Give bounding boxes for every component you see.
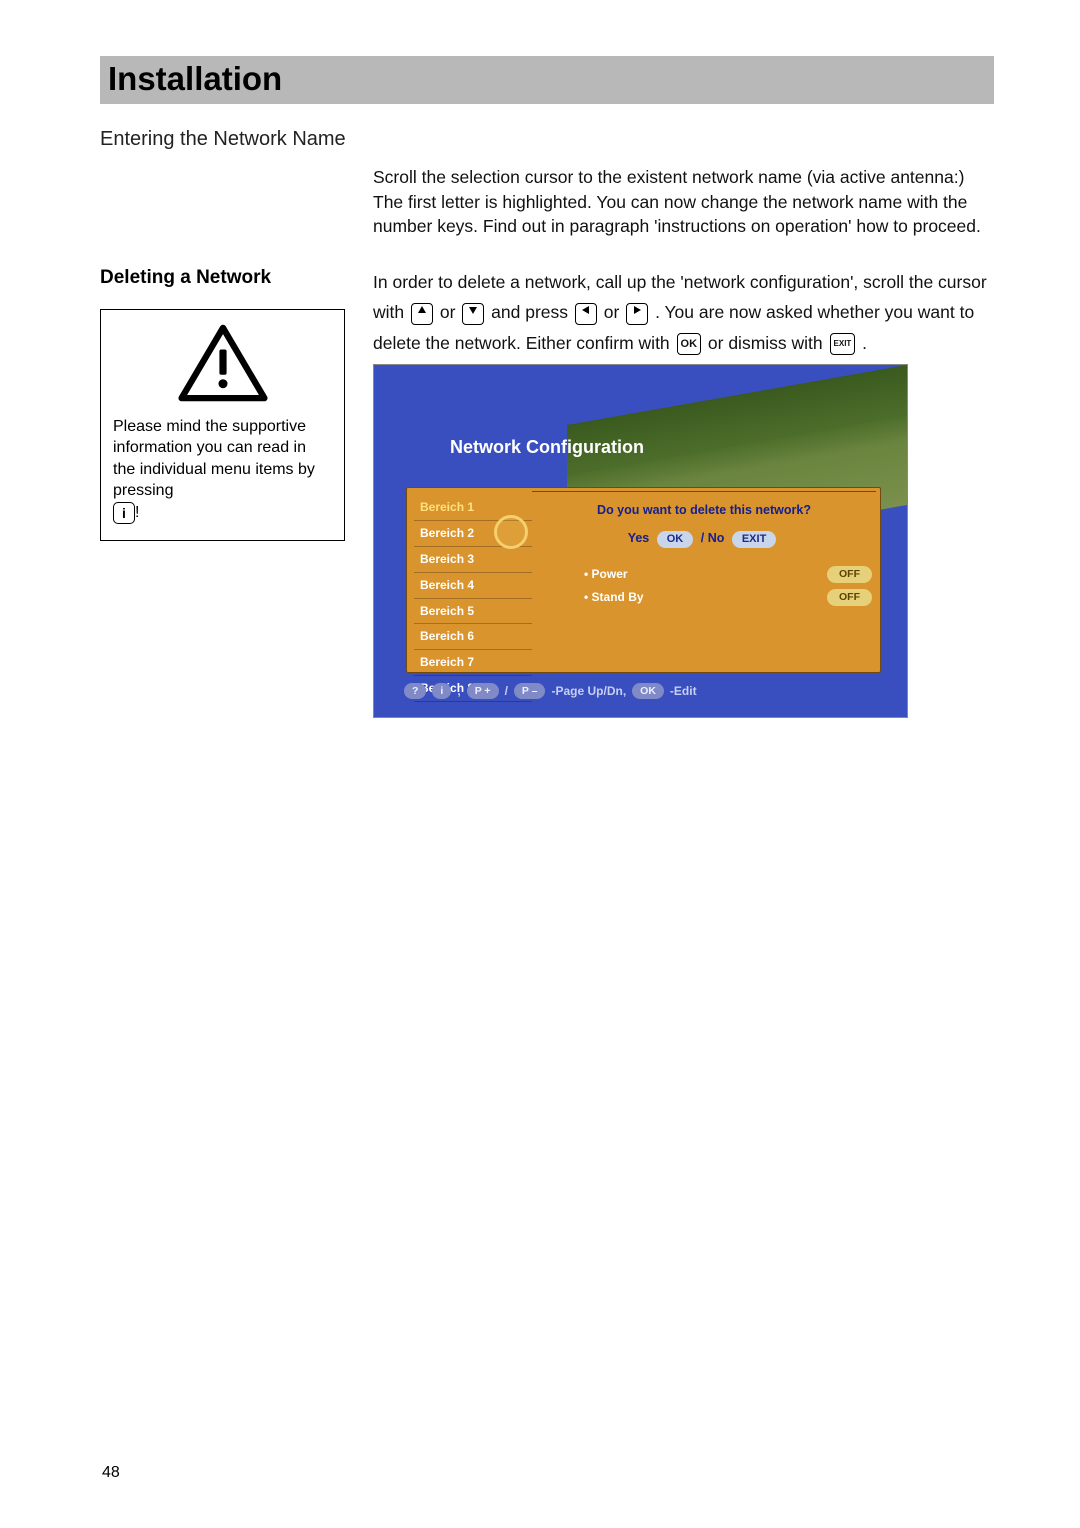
para-frag-b: or xyxy=(440,302,460,322)
page-title: Installation xyxy=(108,60,986,98)
hint-ok: OK xyxy=(632,683,664,700)
dialog-yes-label: Yes xyxy=(628,531,650,545)
ok-key-icon: OK xyxy=(677,333,702,355)
tv-screenshot: Network Configuration Bereich 1 Bereich … xyxy=(373,364,908,718)
tv-screen-title: Network Configuration xyxy=(450,435,644,460)
list-item[interactable]: Bereich 6 xyxy=(414,624,532,650)
list-item[interactable]: Bereich 3 xyxy=(414,547,532,573)
left-arrow-key-icon xyxy=(575,303,597,325)
hint-help-icon: ? xyxy=(404,683,426,700)
dialog-no-label: No xyxy=(708,531,725,545)
list-item[interactable]: Bereich 4 xyxy=(414,573,532,599)
warning-text: Please mind the supportive information y… xyxy=(113,416,332,524)
section-entering-network-name-title: Entering the Network Name xyxy=(100,128,994,151)
setting-label: Power xyxy=(592,567,628,581)
page-number: 48 xyxy=(102,1464,120,1482)
up-arrow-key-icon xyxy=(411,303,433,325)
list-item[interactable]: Bereich 7 xyxy=(414,650,532,676)
para-frag-g: . xyxy=(862,333,867,353)
setting-label: Stand By xyxy=(592,590,644,604)
section1-body: Scroll the selection cursor to the exist… xyxy=(373,165,994,239)
section-deleting-network-title: Deleting a Network xyxy=(100,267,345,289)
para-frag-d: or xyxy=(604,302,624,322)
tv-hint-bar: ? i, P +/ P – -Page Up/Dn, OK -Edit xyxy=(404,683,697,700)
setting-value[interactable]: OFF xyxy=(827,566,872,583)
hint-page-up: P + xyxy=(467,683,499,700)
dialog-question: Do you want to delete this network? xyxy=(532,502,876,520)
dialog-options: Yes OK / No EXIT xyxy=(532,530,876,548)
setting-value[interactable]: OFF xyxy=(827,589,872,606)
dialog-ok-button[interactable]: OK xyxy=(657,531,694,548)
para-frag-f: or dismiss with xyxy=(708,333,828,353)
tv-settings-rows: • Power OFF • Stand By OFF xyxy=(580,563,876,609)
list-item[interactable]: Bereich 5 xyxy=(414,599,532,625)
table-row: • Stand By OFF xyxy=(580,586,876,609)
para-frag-c: and press xyxy=(491,302,573,322)
warning-text-suffix: ! xyxy=(135,504,139,521)
dialog-exit-button[interactable]: EXIT xyxy=(732,531,776,548)
info-key-icon: i xyxy=(113,502,135,524)
table-row: • Power OFF xyxy=(580,563,876,586)
exit-key-icon: EXIT xyxy=(830,333,856,355)
delete-network-instructions: In order to delete a network, call up th… xyxy=(373,267,994,359)
warning-box: Please mind the supportive information y… xyxy=(100,309,345,541)
down-arrow-key-icon xyxy=(462,303,484,325)
hint-text-2: -Edit xyxy=(670,683,697,700)
hint-text-1: -Page Up/Dn, xyxy=(551,683,626,700)
hint-info-icon: i xyxy=(432,683,451,700)
warning-text-body: Please mind the supportive information y… xyxy=(113,418,315,500)
warning-icon xyxy=(178,324,268,402)
tv-confirm-dialog: Do you want to delete this network? Yes … xyxy=(532,491,876,561)
right-arrow-key-icon xyxy=(626,303,648,325)
page-header: Installation xyxy=(100,56,994,104)
hint-page-down: P – xyxy=(514,683,546,700)
